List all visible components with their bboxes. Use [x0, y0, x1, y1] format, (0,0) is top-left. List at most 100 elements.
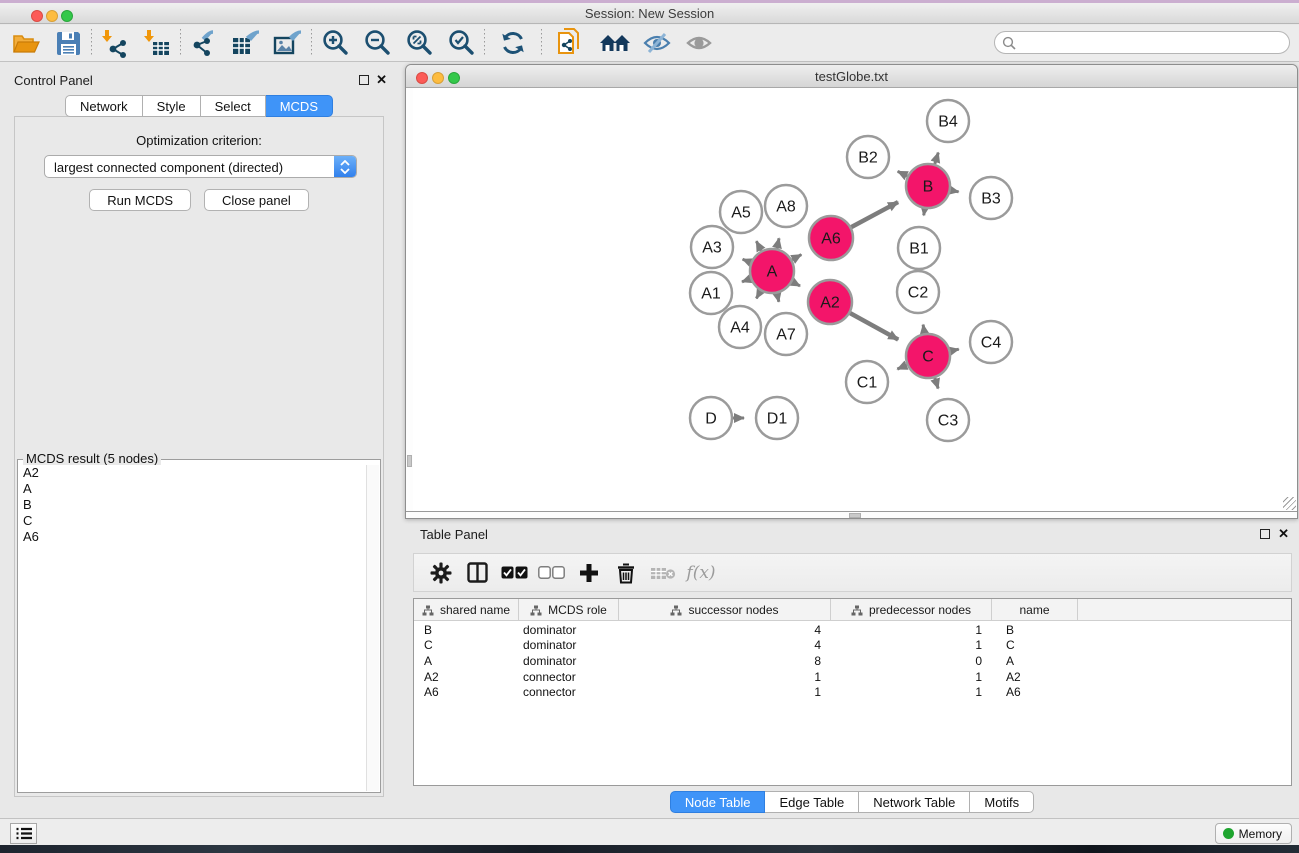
- column-header-mcds_role[interactable]: MCDS role: [519, 599, 619, 621]
- cell-mcds_role[interactable]: dominator: [519, 654, 619, 668]
- hide-panels-button[interactable]: [636, 27, 678, 59]
- cell-shared_name[interactable]: A: [414, 654, 519, 668]
- tab-edge-table[interactable]: Edge Table: [765, 791, 859, 813]
- graph-node-C1[interactable]: C1: [846, 361, 888, 403]
- select-all-rows-button[interactable]: [496, 557, 533, 589]
- network-graph[interactable]: B4B2BB3A8A5A6A3B1AA1C2A2A4A7C4CC1C3DD1: [406, 88, 1297, 513]
- edge-C-C3[interactable]: [935, 378, 938, 389]
- cell-shared_name[interactable]: A6: [414, 685, 519, 699]
- column-header-name[interactable]: name: [992, 599, 1078, 621]
- cell-successor_nodes[interactable]: 4: [619, 638, 831, 652]
- edge-A-A7[interactable]: [777, 293, 779, 301]
- show-column-panel-button[interactable]: [459, 557, 496, 589]
- close-table-panel-icon[interactable]: ✕: [1278, 526, 1289, 542]
- graph-node-C4[interactable]: C4: [970, 321, 1012, 363]
- cell-name[interactable]: B: [992, 623, 1078, 637]
- delete-column-button[interactable]: [607, 557, 644, 589]
- network-vertical-scrollbar[interactable]: [406, 88, 413, 513]
- mcds-result-item[interactable]: C: [19, 513, 366, 529]
- edge-C-C2[interactable]: [923, 325, 924, 334]
- edge-B-B2[interactable]: [898, 171, 908, 176]
- cell-successor_nodes[interactable]: 1: [619, 685, 831, 699]
- tab-motifs[interactable]: Motifs: [970, 791, 1034, 813]
- export-image-button[interactable]: [267, 27, 309, 59]
- table-row[interactable]: Cdominator41C: [414, 638, 1291, 654]
- close-panel-icon[interactable]: ✕: [376, 72, 387, 88]
- mcds-result-item[interactable]: A2: [19, 465, 366, 481]
- export-table-button[interactable]: [225, 27, 267, 59]
- import-network-button[interactable]: [94, 27, 136, 59]
- edge-A-A5[interactable]: [756, 241, 761, 250]
- graph-node-A[interactable]: A: [750, 249, 794, 293]
- graph-node-C[interactable]: C: [906, 334, 950, 378]
- graph-node-B1[interactable]: B1: [898, 227, 940, 269]
- edge-A-A2[interactable]: [792, 282, 800, 286]
- cell-shared_name[interactable]: A2: [414, 670, 519, 684]
- table-settings-button[interactable]: [422, 557, 459, 589]
- graph-node-A6[interactable]: A6: [809, 216, 853, 260]
- cell-predecessor_nodes[interactable]: 1: [831, 670, 992, 684]
- edge-A-A6[interactable]: [792, 255, 801, 260]
- tab-mcds[interactable]: MCDS: [266, 95, 333, 117]
- graph-node-B4[interactable]: B4: [927, 100, 969, 142]
- column-header-predecessor_nodes[interactable]: predecessor nodes: [831, 599, 992, 621]
- edge-B-B3[interactable]: [951, 190, 959, 192]
- search-input[interactable]: [1021, 33, 1281, 52]
- cell-predecessor_nodes[interactable]: 1: [831, 685, 992, 699]
- refresh-layout-button[interactable]: [487, 27, 539, 59]
- graph-node-A3[interactable]: A3: [691, 226, 733, 268]
- table-row[interactable]: Bdominator41B: [414, 622, 1291, 638]
- edge-A-A8[interactable]: [777, 238, 779, 248]
- cell-mcds_role[interactable]: dominator: [519, 623, 619, 637]
- table-row[interactable]: A2connector11A2: [414, 669, 1291, 685]
- float-panel-icon[interactable]: [359, 75, 369, 85]
- zoom-selected-button[interactable]: [440, 27, 482, 59]
- cell-name[interactable]: C: [992, 638, 1078, 652]
- optimization-criterion-select[interactable]: largest connected component (directed): [44, 155, 357, 178]
- clone-network-button[interactable]: [544, 27, 594, 59]
- zoom-fit-button[interactable]: [398, 27, 440, 59]
- graph-node-C2[interactable]: C2: [897, 271, 939, 313]
- edge-A-A4[interactable]: [756, 291, 760, 298]
- graph-node-D[interactable]: D: [690, 397, 732, 439]
- cell-successor_nodes[interactable]: 8: [619, 654, 831, 668]
- graph-node-B2[interactable]: B2: [847, 136, 889, 178]
- delete-table-button[interactable]: [644, 557, 681, 589]
- tab-network-table[interactable]: Network Table: [859, 791, 970, 813]
- table-row[interactable]: Adominator80A: [414, 653, 1291, 669]
- edge-A-A3[interactable]: [743, 259, 751, 262]
- show-all-panels-button[interactable]: [594, 27, 636, 59]
- graph-node-A4[interactable]: A4: [719, 306, 761, 348]
- edge-A-A1[interactable]: [742, 279, 750, 282]
- edge-B-B4[interactable]: [935, 153, 939, 164]
- cell-successor_nodes[interactable]: 4: [619, 623, 831, 637]
- edge-B-B1[interactable]: [924, 209, 925, 216]
- toggle-birdseye-button[interactable]: [678, 27, 720, 59]
- cell-name[interactable]: A6: [992, 685, 1078, 699]
- node-table[interactable]: shared nameMCDS rolesuccessor nodesprede…: [413, 598, 1292, 786]
- zoom-out-button[interactable]: [356, 27, 398, 59]
- cell-mcds_role[interactable]: connector: [519, 670, 619, 684]
- graph-node-A2[interactable]: A2: [808, 280, 852, 324]
- horizontal-scroll-thumb[interactable]: [849, 513, 861, 518]
- mcds-result-item[interactable]: A: [19, 481, 366, 497]
- cell-name[interactable]: A: [992, 654, 1078, 668]
- edge-A6-B[interactable]: [851, 202, 898, 227]
- cell-mcds_role[interactable]: connector: [519, 685, 619, 699]
- memory-button[interactable]: Memory: [1215, 823, 1292, 844]
- function-builder-button[interactable]: f(x): [681, 557, 718, 589]
- mcds-list-scrollbar[interactable]: [366, 465, 379, 791]
- graph-node-B3[interactable]: B3: [970, 177, 1012, 219]
- graph-node-C3[interactable]: C3: [927, 399, 969, 441]
- tab-network[interactable]: Network: [65, 95, 143, 117]
- deselect-all-rows-button[interactable]: [533, 557, 570, 589]
- close-panel-button[interactable]: Close panel: [204, 189, 309, 211]
- float-table-panel-icon[interactable]: [1260, 529, 1270, 539]
- mcds-result-list[interactable]: A2ABCA6: [19, 465, 366, 791]
- graph-node-B[interactable]: B: [906, 164, 950, 208]
- cell-predecessor_nodes[interactable]: 0: [831, 654, 992, 668]
- table-row[interactable]: A6connector11A6: [414, 684, 1291, 700]
- zoom-in-button[interactable]: [314, 27, 356, 59]
- network-horizontal-scrollbar[interactable]: [406, 511, 1297, 518]
- tab-style[interactable]: Style: [143, 95, 201, 117]
